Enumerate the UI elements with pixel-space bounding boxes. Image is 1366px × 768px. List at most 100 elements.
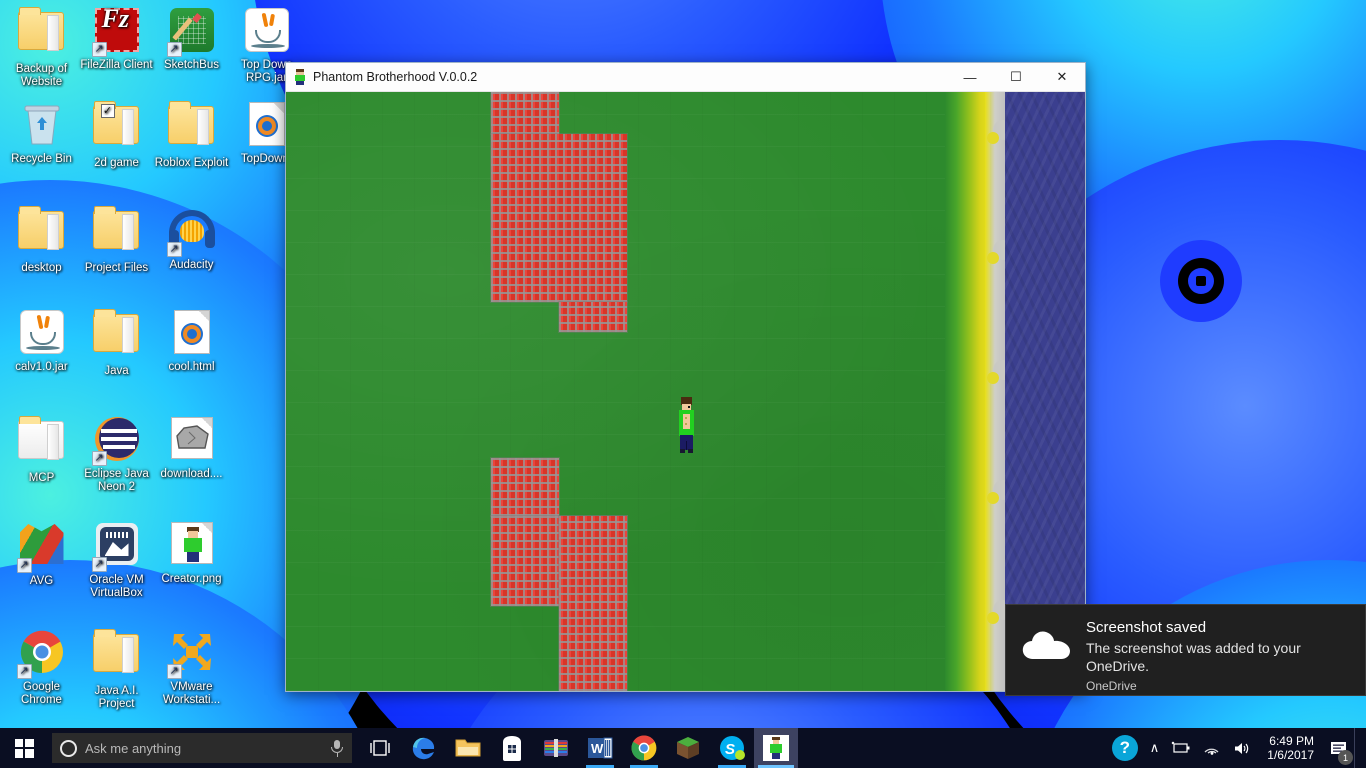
wifi-icon: [1204, 748, 1219, 755]
foam-notch: [987, 612, 999, 624]
game-character-icon: [763, 735, 789, 761]
foam-notch: [987, 372, 999, 384]
desktop-icon-label: Creator.png: [161, 573, 222, 585]
taskbar-button-microsoft-edge[interactable]: [402, 728, 446, 768]
brick-block: [558, 515, 628, 691]
desktop-icon-java[interactable]: Java: [79, 308, 154, 378]
notification-toast[interactable]: Screenshot saved The screenshot was adde…: [1005, 604, 1366, 696]
shortcut-arrow-icon: ↗: [16, 664, 32, 679]
folder-disc-icon: [17, 206, 66, 259]
desktop-icon-label: Audacity: [169, 259, 214, 271]
game-canvas[interactable]: [286, 92, 1085, 691]
player-character-sprite[interactable]: [678, 397, 696, 453]
help-button[interactable]: ?: [1106, 728, 1144, 768]
desktop-icon-label: Java: [104, 365, 129, 377]
skype-icon: S: [719, 735, 745, 761]
vmware-icon: ↗: [166, 630, 216, 679]
system-tray: ? ∧ 6:49 PM 1/6/2017 1: [1106, 728, 1366, 768]
desktop-icon-java-a-i-project[interactable]: Java A.I. Project: [79, 628, 154, 711]
folder-icon: [92, 206, 141, 259]
maximize-button[interactable]: ☐: [993, 63, 1039, 92]
svg-text:W: W: [591, 741, 604, 756]
shortcut-arrow-icon: ↗: [91, 557, 107, 572]
selection-checkbox[interactable]: ✓: [100, 104, 115, 118]
java-jar-icon: [243, 8, 291, 56]
desktop-icon-desktop[interactable]: desktop: [4, 205, 79, 275]
minimize-button[interactable]: —: [947, 63, 993, 92]
clock-time: 6:49 PM: [1269, 734, 1314, 748]
network-button[interactable]: [1197, 728, 1227, 768]
desktop-icon-2d-game[interactable]: ✓ 2d game: [79, 100, 154, 170]
file-explorer-icon: [454, 736, 482, 760]
game-character-icon: [293, 69, 307, 85]
battery-button[interactable]: [1165, 728, 1197, 768]
desktop-icon-google-chrome[interactable]: ↗ Google Chrome: [4, 628, 79, 707]
rock-image-icon: [168, 417, 216, 465]
desktop-icon-eclipse-java-neon-2[interactable]: ↗ Eclipse Java Neon 2: [79, 415, 154, 494]
taskbar-button-file-explorer[interactable]: [446, 728, 490, 768]
folder-icon: [92, 309, 141, 362]
taskbar-button-phantom-brotherhood[interactable]: [754, 728, 798, 768]
desktop-icon-avg[interactable]: ↗ AVG: [4, 520, 79, 588]
desktop-icon-creator-png[interactable]: Creator.png: [154, 520, 229, 586]
desktop-icon-label: Oracle VM VirtualBox: [89, 574, 144, 599]
taskbar-button-skype[interactable]: S: [710, 728, 754, 768]
folder-icon: [167, 101, 216, 154]
svg-text:S: S: [725, 741, 735, 758]
desktop-icon-audacity[interactable]: ↗ Audacity: [154, 205, 229, 272]
folder-icon: [92, 629, 141, 682]
notification-body: Screenshot saved The screenshot was adde…: [1086, 619, 1351, 693]
store-icon: [500, 735, 524, 761]
recycle-bin-icon: [18, 102, 66, 150]
foam-notch: [987, 492, 999, 504]
desktop-icon-roblox-exploit[interactable]: Roblox Exploit: [154, 100, 229, 170]
desktop-icon-label: cool.html: [168, 361, 215, 373]
start-button[interactable]: [0, 728, 48, 768]
close-button[interactable]: ✕: [1039, 63, 1085, 92]
shortcut-arrow-icon: ↗: [91, 42, 107, 57]
brick-block: [490, 133, 628, 303]
creator-image-icon: [168, 522, 216, 570]
taskbar-button-microsoft-store[interactable]: [490, 728, 534, 768]
desktop-icon-label: Backup of Website: [15, 63, 68, 88]
desktop-icon-sketchbus[interactable]: ↗ SketchBus: [154, 6, 229, 72]
desktop-icon-filezilla-client[interactable]: Fz ↗ FileZilla Client: [79, 6, 154, 72]
desktop-icon-cool-html[interactable]: cool.html: [154, 308, 229, 374]
desktop-icon-label: Recycle Bin: [11, 153, 72, 165]
cortana-icon: [60, 739, 77, 757]
game-window[interactable]: Phantom Brotherhood V.0.0.2 — ☐ ✕: [285, 62, 1086, 692]
taskbar-button-google-chrome[interactable]: [622, 728, 666, 768]
action-center-button[interactable]: 1: [1324, 728, 1354, 768]
clock[interactable]: 6:49 PM 1/6/2017: [1257, 734, 1324, 762]
search-input[interactable]: Ask me anything: [52, 733, 352, 763]
taskbar-button-task-view[interactable]: [358, 728, 402, 768]
folder-firefox-icon: [17, 7, 66, 60]
avg-icon: ↗: [16, 524, 66, 573]
desktop-icon-download[interactable]: download....: [154, 415, 229, 481]
show-desktop-button[interactable]: [1354, 728, 1362, 768]
firefox-document-icon: [168, 310, 216, 358]
show-hidden-icons-button[interactable]: ∧: [1144, 728, 1166, 768]
desktop-icon-mcp[interactable]: MCP: [4, 415, 79, 485]
desktop-icon-label: Google Chrome: [21, 681, 62, 706]
desktop-icon-calv1-0-jar[interactable]: calv1.0.jar: [4, 308, 79, 374]
shortcut-arrow-icon: ↗: [91, 451, 107, 466]
notification-app-name: OneDrive: [1086, 679, 1137, 693]
volume-button[interactable]: [1227, 728, 1257, 768]
taskbar-button-winrar[interactable]: [534, 728, 578, 768]
foam-notch: [987, 252, 999, 264]
brick-block: [490, 457, 560, 517]
desktop-icon-recycle-bin[interactable]: Recycle Bin: [4, 100, 79, 166]
desktop-icon-oracle-vm-virtualbox[interactable]: ↗ Oracle VM VirtualBox: [79, 520, 154, 600]
desktop-icon-vmware-workstati[interactable]: ↗ VMware Workstati...: [154, 628, 229, 707]
notification-title: Screenshot saved: [1086, 619, 1207, 636]
desktop-icon-project-files[interactable]: Project Files: [79, 205, 154, 275]
audacity-icon: ↗: [166, 208, 216, 257]
microphone-icon[interactable]: [330, 739, 344, 757]
taskbar-button-minecraft[interactable]: [666, 728, 710, 768]
desktop-icon-backup-of-website[interactable]: Backup of Website: [4, 6, 79, 89]
window-titlebar[interactable]: Phantom Brotherhood V.0.0.2 — ☐ ✕: [286, 63, 1085, 92]
task-view-icon: [369, 739, 391, 757]
taskbar-button-microsoft-word[interactable]: W: [578, 728, 622, 768]
sketchbus-icon: ↗: [166, 8, 216, 57]
